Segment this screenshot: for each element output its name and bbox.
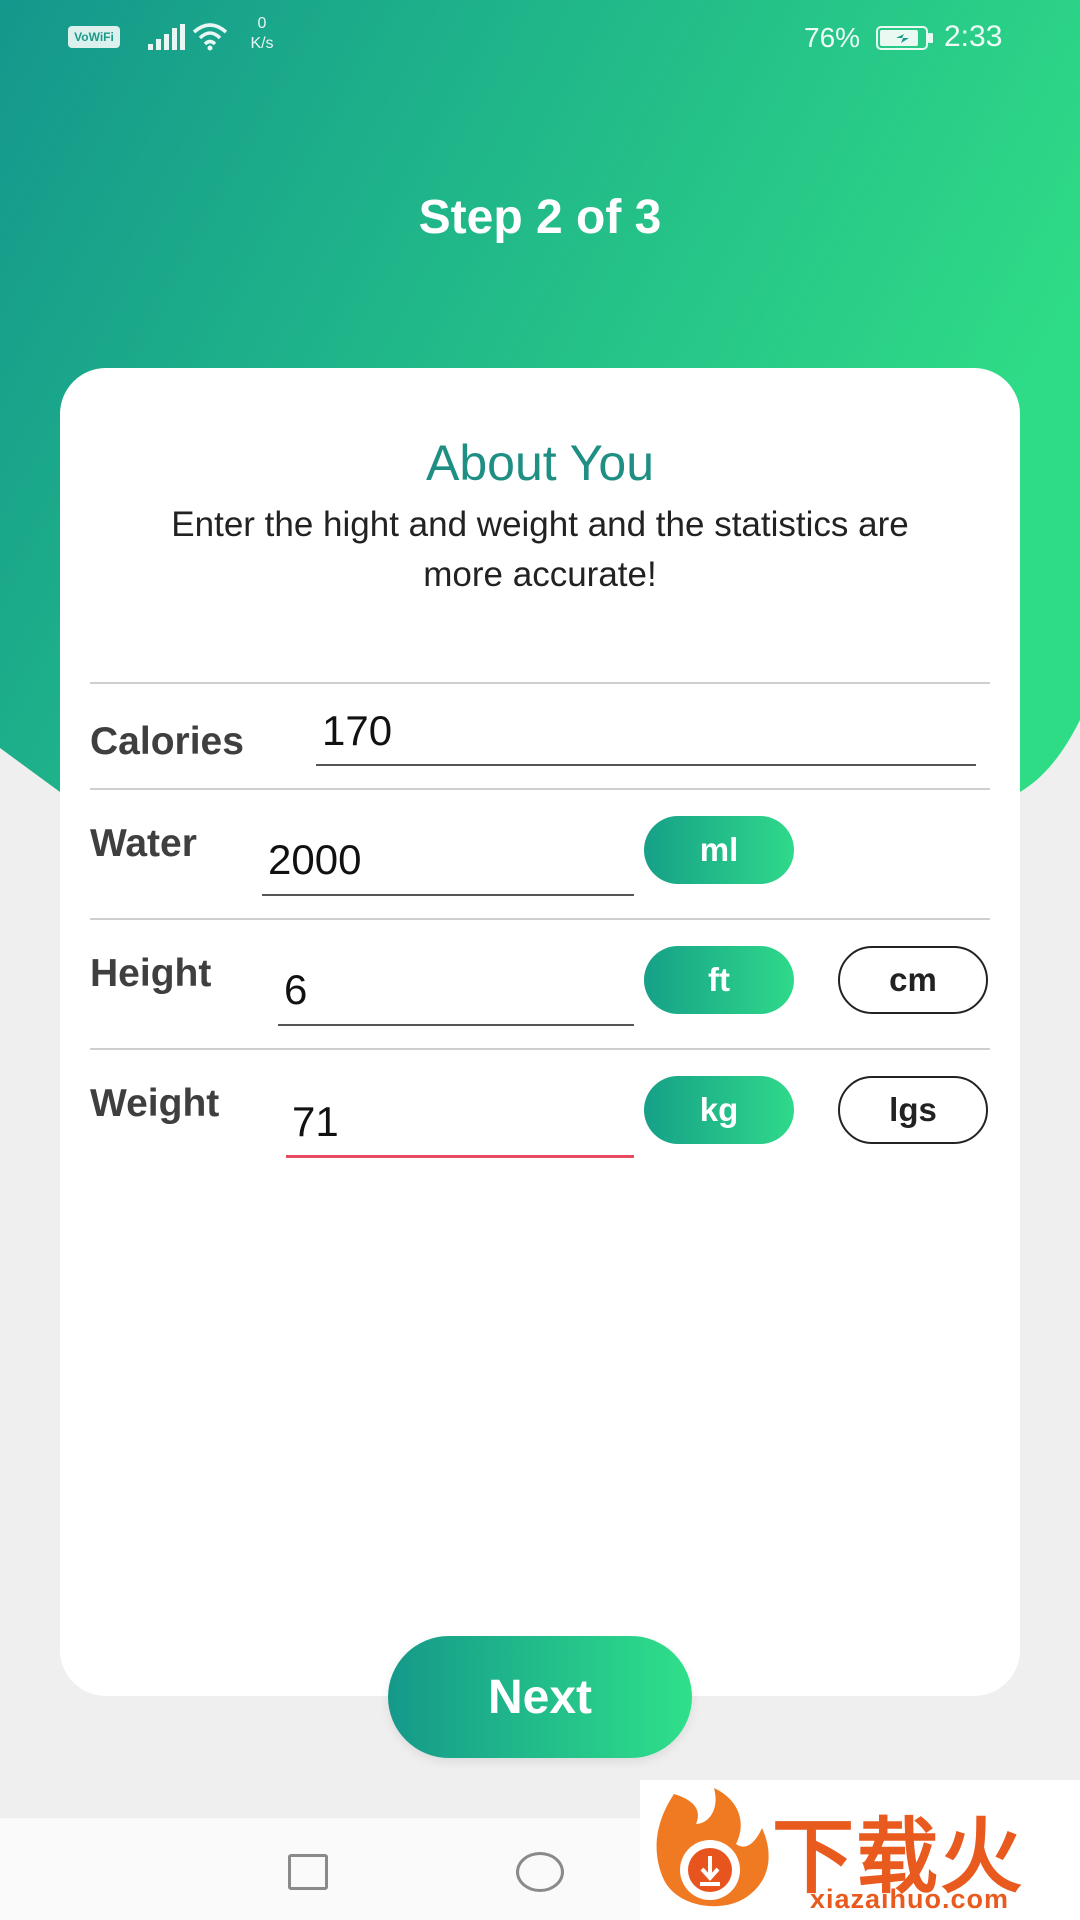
unit-cm-button[interactable]: cm <box>838 946 988 1014</box>
card-title: About You <box>425 435 655 491</box>
battery-icon <box>876 26 933 50</box>
wifi-icon <box>192 23 228 51</box>
card-subtitle: Enter the hight and weight and the stati… <box>171 505 909 594</box>
status-bar: VoWiFi 0 K/s 76% 2:33 <box>0 0 1080 74</box>
height-input[interactable] <box>278 962 634 1026</box>
calories-input[interactable] <box>316 704 976 766</box>
signal-icon <box>148 24 185 50</box>
water-label: Water <box>90 822 197 865</box>
home-button[interactable] <box>516 1852 564 1892</box>
unit-ml-button[interactable]: ml <box>644 816 794 884</box>
battery-percent: 76% <box>804 22 861 53</box>
unit-lgs-button[interactable]: lgs <box>838 1076 988 1144</box>
net-speed-value: 0 <box>257 15 267 32</box>
divider <box>90 1048 990 1050</box>
weight-label: Weight <box>90 1082 220 1125</box>
net-speed-unit: K/s <box>250 35 274 52</box>
unit-ft-button[interactable]: ft <box>644 946 794 1014</box>
calories-label: Calories <box>90 720 244 763</box>
height-label: Height <box>90 952 212 995</box>
app-screen: VoWiFi 0 K/s 76% 2:33 Step 2 of 3 About … <box>0 0 1080 1920</box>
divider <box>90 788 990 790</box>
weight-input[interactable] <box>286 1094 634 1158</box>
about-you-card: About You Enter the hight and weight and… <box>60 368 1020 1696</box>
water-input[interactable] <box>262 832 634 896</box>
watermark-url: xiazaihuo.com <box>810 1884 1010 1914</box>
next-button[interactable]: Next <box>388 1636 692 1758</box>
net-speed: 0 K/s <box>244 14 280 54</box>
unit-kg-button[interactable]: kg <box>644 1076 794 1144</box>
step-title: Step 2 of 3 <box>418 191 662 244</box>
watermark: 下载火 xiazaihuo.com <box>640 1780 1080 1920</box>
vowifi-icon: VoWiFi <box>68 26 120 48</box>
divider <box>90 682 990 684</box>
clock: 2:33 <box>944 20 1003 53</box>
recents-button[interactable] <box>288 1854 328 1890</box>
divider <box>90 918 990 920</box>
